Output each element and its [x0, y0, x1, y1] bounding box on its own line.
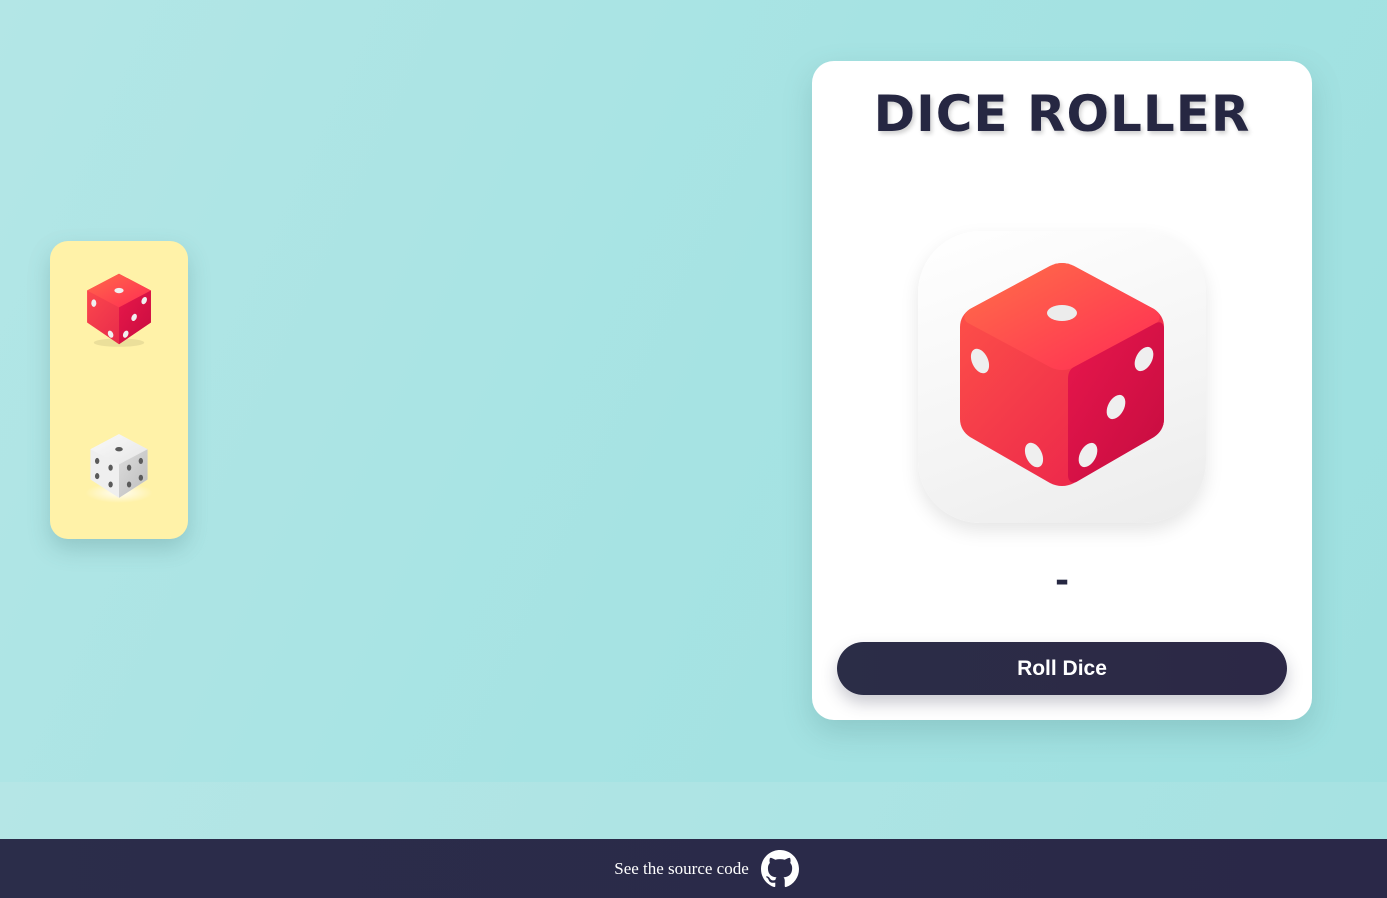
background-band: [0, 782, 1387, 839]
source-code-link[interactable]: See the source code: [614, 849, 799, 888]
die-display: [918, 231, 1206, 523]
red-die-option[interactable]: [77, 267, 161, 351]
red-die-icon: [87, 273, 151, 347]
dice-roller-card: DICE ROLLER - Roll Dice: [812, 61, 1312, 720]
page-title: DICE ROLLER: [873, 85, 1251, 143]
white-die-option[interactable]: [77, 424, 161, 508]
dice-selector-panel: [50, 241, 188, 539]
footer: See the source code: [0, 839, 1387, 898]
source-code-link-label: See the source code: [614, 858, 749, 878]
white-die-icon: [85, 434, 153, 503]
github-icon: [760, 849, 799, 887]
red-die-icon: [960, 263, 1164, 486]
roll-dice-button[interactable]: Roll Dice: [837, 642, 1287, 695]
roll-result: -: [1054, 561, 1070, 601]
